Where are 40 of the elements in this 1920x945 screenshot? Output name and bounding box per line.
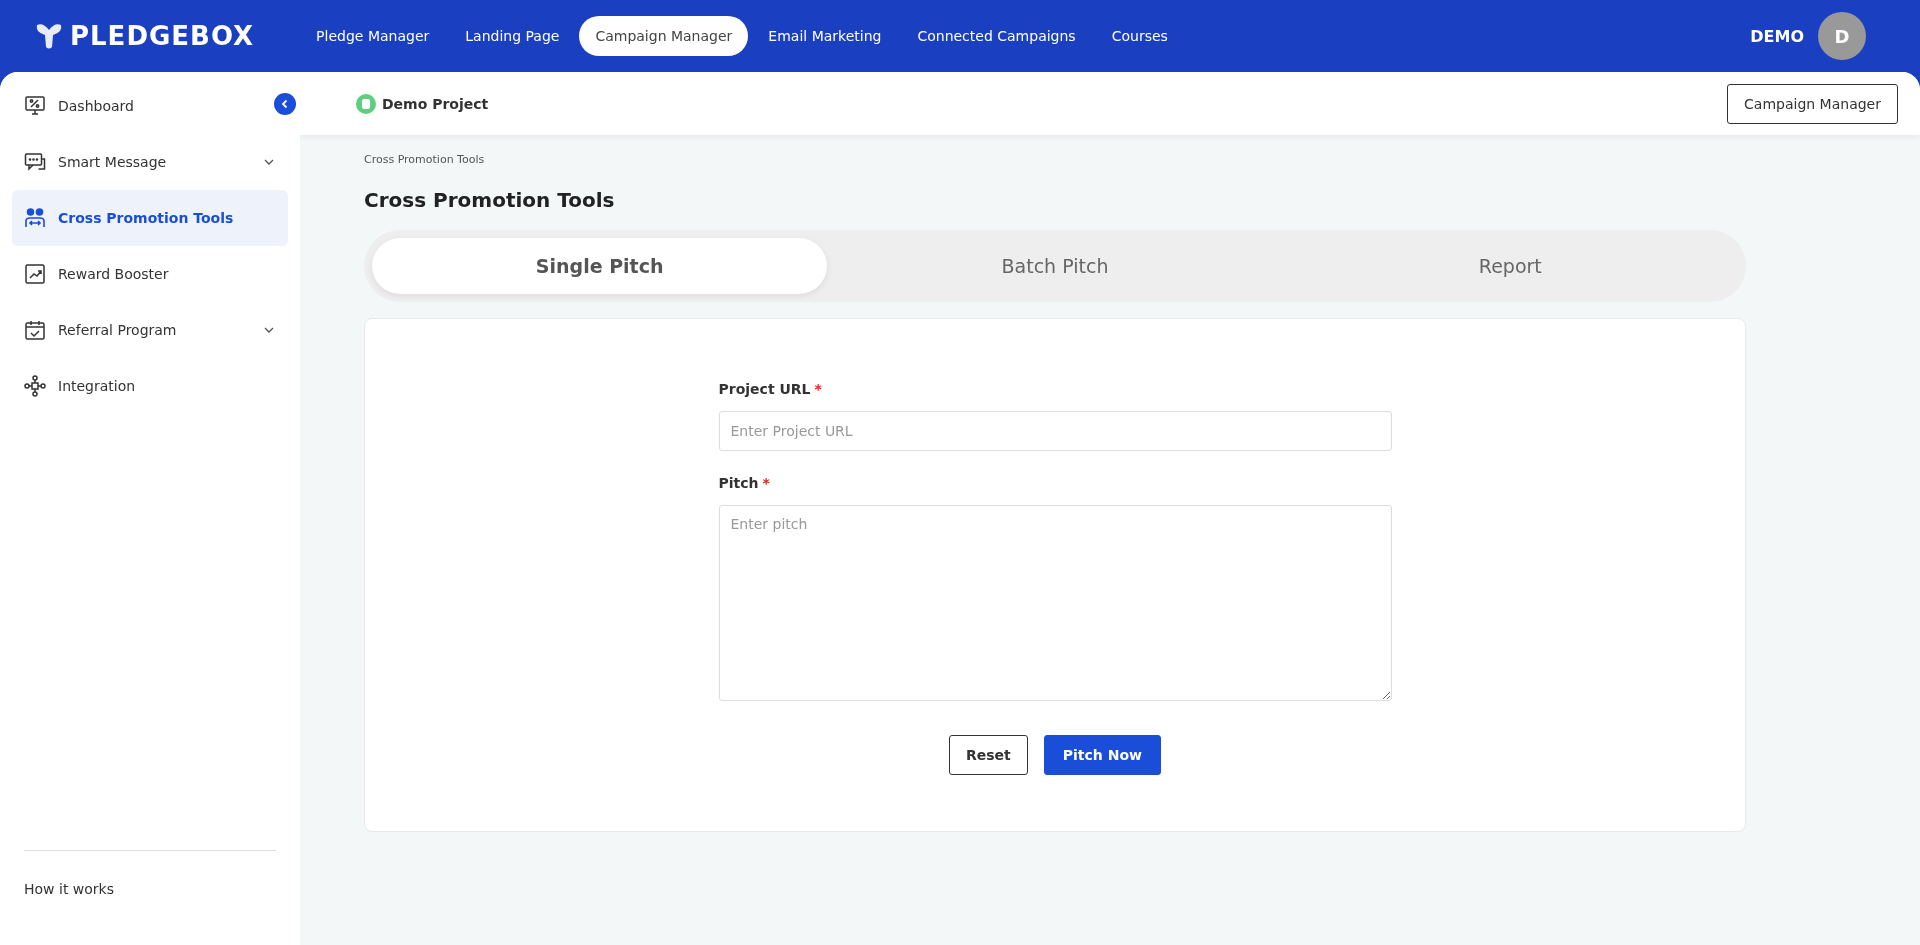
trend-chart-icon [24,263,46,285]
chat-icon [24,151,46,173]
nav-link[interactable]: Courses [1095,16,1184,56]
sidebar-item[interactable]: Referral Program [12,302,288,358]
nav-link[interactable]: Landing Page [449,16,576,56]
sidebar-item[interactable]: Reward Booster [12,246,288,302]
input-field[interactable]: Enter Project URL [718,411,1392,451]
network-icon [24,375,46,397]
user-name: DEMO [1750,26,1804,46]
page-title: Cross Promotion Tools [364,188,616,212]
required-mark: * [762,475,770,491]
project-icon [356,93,376,114]
sidebar-item[interactable]: Dashboard [12,78,288,134]
required-mark: * [814,381,822,397]
field-label: Pitch [718,475,759,491]
sidebar-item[interactable]: Smart Message [12,134,288,190]
campaign-manager-button[interactable]: Campaign Manager [1727,83,1898,124]
tab[interactable]: Report [1282,238,1738,294]
project-name: Demo Project [382,95,489,112]
calendar-icon [24,319,46,341]
nav-link[interactable]: Connected Campaigns [901,16,1092,56]
sidebar-item[interactable]: Integration [12,358,288,414]
sidebar-item[interactable]: Cross Promotion Tools [12,190,288,246]
tab[interactable]: Single Pitch [372,238,828,294]
people-icon [24,207,46,229]
monitor-icon [24,95,46,117]
nav-link[interactable]: Campaign Manager [579,16,749,56]
breadcrumb: Cross Promotion Tools [364,153,486,166]
text-area[interactable]: Enter pitch [718,505,1392,701]
logo-text: PLEDGEBOX [70,21,255,51]
nav-link[interactable]: Pledge Manager [300,16,446,56]
how-it-works-link[interactable]: How it works [12,851,300,945]
tab[interactable]: Batch Pitch [827,238,1283,294]
nav-link[interactable]: Email Marketing [752,16,898,56]
field-label: Project URL [718,381,811,397]
logo-icon [34,22,64,50]
reset-button[interactable]: Reset [949,735,1028,775]
submit-button[interactable]: Pitch Now [1043,735,1161,775]
collapse-button[interactable] [274,93,296,115]
chevron-left-icon [280,99,290,109]
